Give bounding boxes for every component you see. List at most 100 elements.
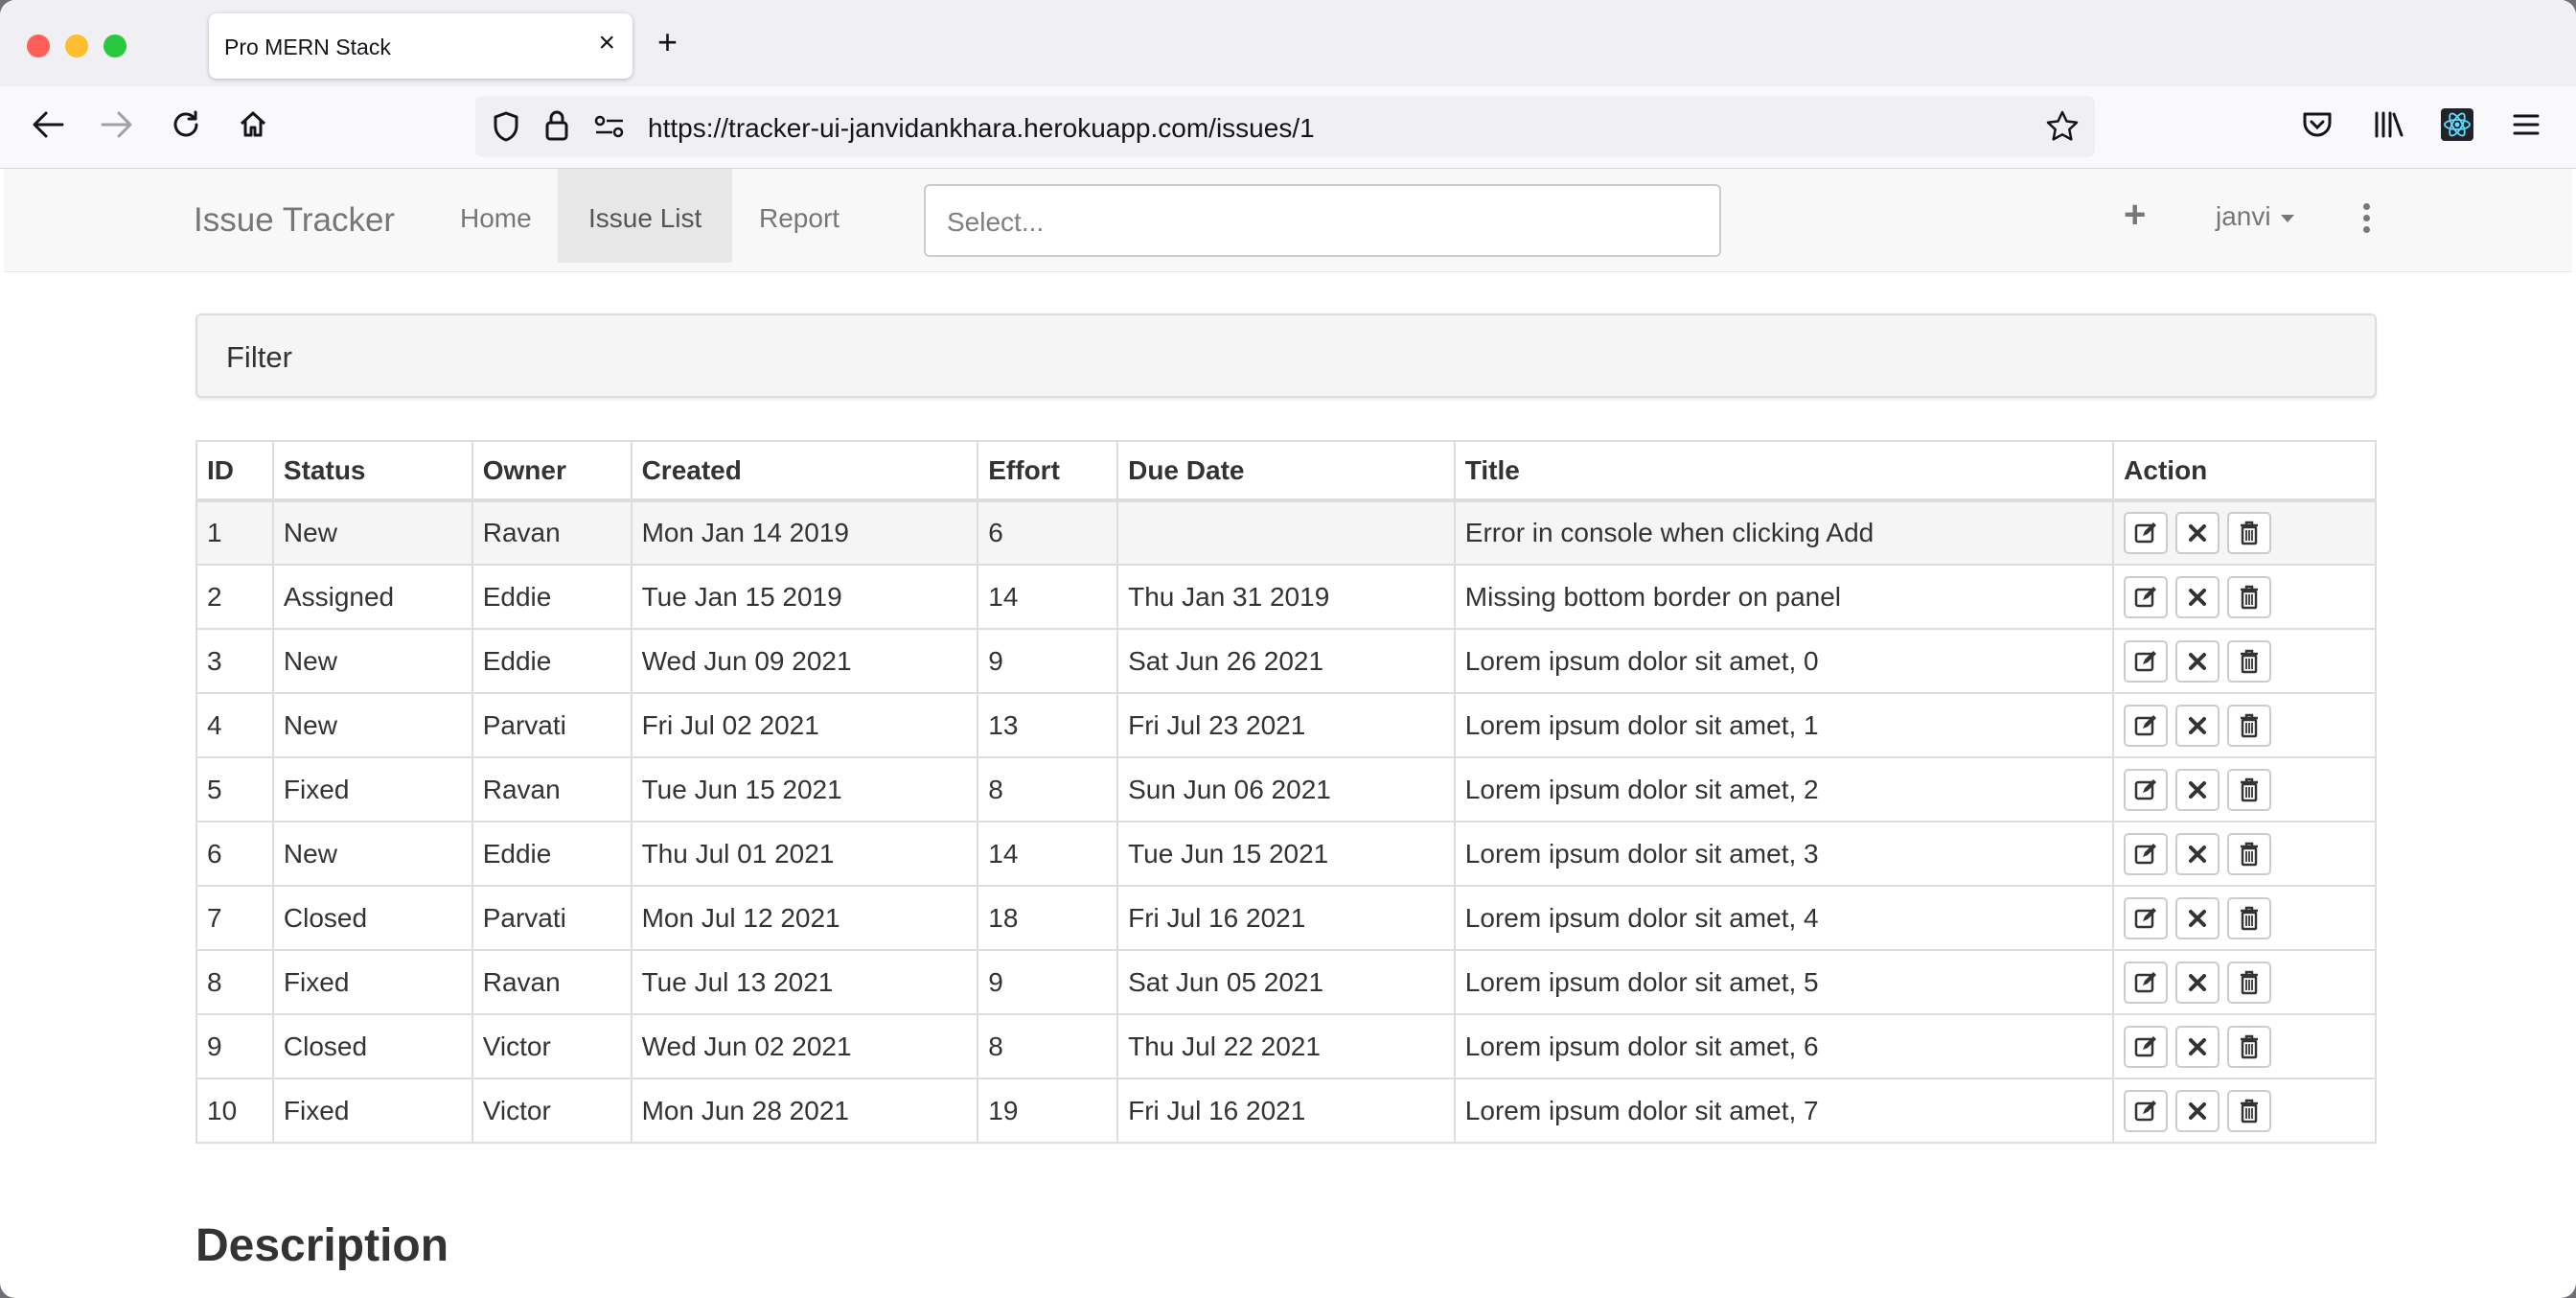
close-issue-button[interactable] — [2175, 1025, 2220, 1068]
header-effort: Effort — [977, 440, 1119, 502]
url-bar[interactable]: https://tracker-ui-janvidankhara.herokua… — [475, 96, 2095, 157]
delete-button[interactable] — [2227, 639, 2272, 683]
edit-button[interactable] — [2124, 896, 2169, 939]
edit-button[interactable] — [2124, 704, 2169, 747]
close-icon — [2188, 1037, 2207, 1056]
edit-button[interactable] — [2124, 768, 2169, 811]
close-issue-button[interactable] — [2175, 575, 2220, 618]
close-issue-button[interactable] — [2175, 896, 2220, 939]
delete-button[interactable] — [2227, 1025, 2272, 1068]
close-issue-button[interactable] — [2175, 768, 2220, 811]
close-issue-button[interactable] — [2175, 832, 2220, 875]
cell-due-date: Sun Jun 06 2021 — [1116, 756, 1456, 823]
close-issue-button[interactable] — [2175, 639, 2220, 683]
description-heading: Description — [196, 1220, 449, 1271]
cell-title: Missing bottom border on panel — [1453, 564, 2115, 630]
user-dropdown[interactable]: janvi — [2216, 201, 2294, 232]
table-row[interactable]: 9 Closed Victor Wed Jun 02 2021 8 Thu Jul 22 … — [196, 1013, 2377, 1079]
table-row[interactable]: 1 New Ravan Mon Jan 14 2019 6 Error in consol… — [196, 499, 2377, 566]
close-issue-button[interactable] — [2175, 704, 2220, 747]
table-row[interactable]: 3 New Eddie Wed Jun 09 2021 9 Sat Jun 26 2021… — [196, 628, 2377, 694]
issue-search-select[interactable]: Select... — [924, 184, 1721, 257]
lock-icon[interactable] — [544, 109, 569, 147]
header-status: Status — [271, 440, 473, 502]
delete-button[interactable] — [2227, 768, 2272, 811]
react-devtools-icon[interactable] — [2436, 104, 2478, 146]
close-issue-button[interactable] — [2175, 512, 2220, 554]
home-icon[interactable] — [232, 104, 274, 146]
bookmark-star-icon[interactable] — [2045, 109, 2080, 147]
edit-button[interactable] — [2124, 832, 2169, 875]
tab-strip: Pro MERN Stack × + — [0, 0, 2576, 86]
close-issue-button[interactable] — [2175, 961, 2220, 1004]
window-zoom-button[interactable] — [104, 35, 126, 58]
delete-button[interactable] — [2227, 1089, 2272, 1132]
cell-effort: 9 — [977, 628, 1119, 694]
edit-icon — [2133, 585, 2158, 610]
edit-button[interactable] — [2124, 639, 2169, 683]
table-row[interactable]: 6 New Eddie Thu Jul 01 2021 14 Tue Jun 15 202… — [196, 821, 2377, 887]
delete-button[interactable] — [2227, 961, 2272, 1004]
back-arrow-icon[interactable] — [27, 104, 69, 146]
delete-button[interactable] — [2227, 832, 2272, 875]
filter-panel[interactable]: Filter — [196, 313, 2377, 398]
cell-owner: Ravan — [471, 756, 632, 823]
cell-status: Fixed — [271, 756, 473, 823]
table-row[interactable]: 5 Fixed Ravan Tue Jun 15 2021 8 Sun Jun 06 20… — [196, 756, 2377, 823]
nav-link-report[interactable]: Report — [740, 169, 859, 263]
new-tab-icon[interactable]: + — [657, 25, 678, 59]
cell-due-date: Sat Jun 05 2021 — [1116, 949, 1456, 1015]
more-options-icon[interactable] — [2363, 203, 2371, 238]
edit-button[interactable] — [2124, 1025, 2169, 1068]
delete-button[interactable] — [2227, 512, 2272, 554]
close-icon — [2188, 973, 2207, 992]
window-close-button[interactable] — [27, 35, 50, 58]
close-icon[interactable]: × — [598, 29, 615, 58]
nav-link-home[interactable]: Home — [441, 169, 551, 263]
close-issue-button[interactable] — [2175, 1089, 2220, 1132]
edit-button[interactable] — [2124, 575, 2169, 618]
delete-button[interactable] — [2227, 704, 2272, 747]
trash-icon — [2239, 970, 2260, 995]
table-row[interactable]: 4 New Parvati Fri Jul 02 2021 13 Fri Jul 23 2… — [196, 692, 2377, 758]
shield-icon[interactable] — [493, 111, 519, 147]
cell-id: 1 — [196, 499, 274, 566]
cell-owner: Parvati — [471, 885, 632, 951]
edit-button[interactable] — [2124, 961, 2169, 1004]
reload-icon[interactable] — [165, 104, 207, 146]
cell-owner: Eddie — [471, 821, 632, 887]
permissions-icon[interactable] — [594, 115, 625, 143]
cell-title: Lorem ipsum dolor sit amet, 0 — [1453, 628, 2115, 694]
cell-title: Lorem ipsum dolor sit amet, 2 — [1453, 756, 2115, 823]
nav-link-issue-list[interactable]: Issue List — [558, 169, 733, 263]
cell-created: Wed Jun 09 2021 — [630, 628, 979, 694]
browser-tab[interactable]: Pro MERN Stack × — [209, 13, 632, 79]
table-row[interactable]: 7 Closed Parvati Mon Jul 12 2021 18 Fri Jul 1… — [196, 885, 2377, 951]
close-icon — [2188, 523, 2207, 543]
edit-button[interactable] — [2124, 1089, 2169, 1132]
menu-icon[interactable] — [2505, 104, 2547, 146]
forward-arrow-icon[interactable] — [96, 104, 138, 146]
cell-id: 4 — [196, 692, 274, 758]
window-minimize-button[interactable] — [65, 35, 88, 58]
caret-down-icon — [2280, 214, 2294, 222]
table-row[interactable]: 10 Fixed Victor Mon Jun 28 2021 19 Fri Jul 16… — [196, 1078, 2377, 1144]
edit-icon — [2133, 521, 2158, 545]
edit-button[interactable] — [2124, 512, 2169, 554]
delete-button[interactable] — [2227, 896, 2272, 939]
add-issue-icon[interactable]: + — [2124, 196, 2146, 234]
table-row[interactable]: 2 Assigned Eddie Tue Jan 15 2019 14 Thu Jan 3… — [196, 564, 2377, 630]
cell-owner: Eddie — [471, 564, 632, 630]
cell-title: Lorem ipsum dolor sit amet, 4 — [1453, 885, 2115, 951]
cell-due-date: Thu Jan 31 2019 — [1116, 564, 1456, 630]
brand[interactable]: Issue Tracker — [194, 201, 395, 240]
cell-actions — [2112, 756, 2377, 823]
delete-button[interactable] — [2227, 575, 2272, 618]
library-icon[interactable] — [2367, 104, 2409, 146]
cell-id: 5 — [196, 756, 274, 823]
cell-status: New — [271, 821, 473, 887]
cell-actions — [2112, 628, 2377, 694]
table-row[interactable]: 8 Fixed Ravan Tue Jul 13 2021 9 Sat Jun 05 20… — [196, 949, 2377, 1015]
pocket-icon[interactable] — [2296, 104, 2338, 146]
header-owner: Owner — [471, 440, 632, 502]
